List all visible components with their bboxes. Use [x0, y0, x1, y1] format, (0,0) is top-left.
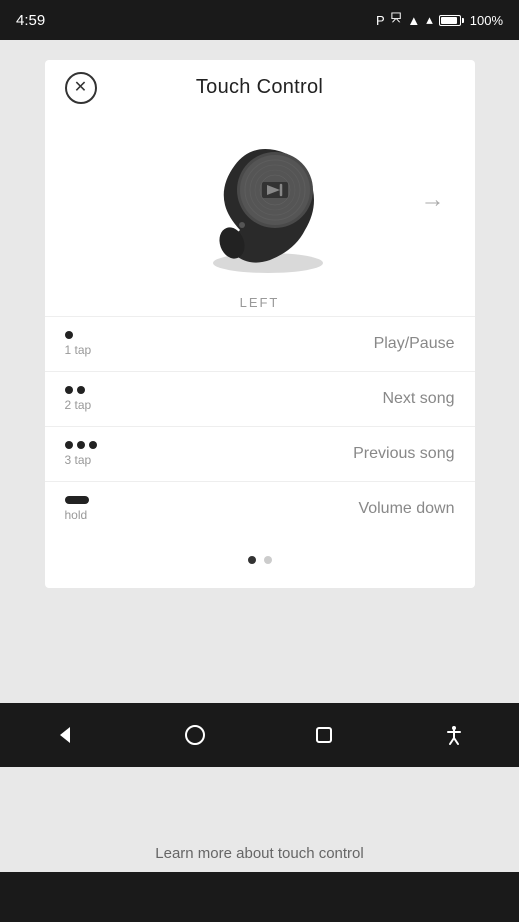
battery-icon	[439, 15, 464, 26]
control-row-2tap: 2 tap Next song	[45, 371, 475, 426]
control-row-1tap: 1 tap Play/Pause	[45, 316, 475, 371]
nav-accessibility-button[interactable]	[432, 713, 476, 757]
tap-label-hold: hold	[65, 508, 88, 522]
control-row-3tap: 3 tap Previous song	[45, 426, 475, 481]
page-dot-1	[248, 556, 256, 564]
tap-label-3: 3 tap	[65, 453, 92, 467]
control-left-3tap: 3 tap	[65, 441, 145, 467]
hold-dash	[65, 496, 89, 504]
action-play-pause: Play/Pause	[145, 335, 455, 353]
action-next-song: Next song	[145, 390, 455, 408]
tap-label-2: 2 tap	[65, 398, 92, 412]
dots-3	[65, 441, 97, 449]
nav-back-button[interactable]	[43, 713, 87, 757]
page-title: Touch Control	[196, 76, 323, 99]
control-row-hold: hold Volume down	[45, 481, 475, 536]
dot-3b	[77, 441, 85, 449]
pagination	[45, 536, 475, 588]
earphone-area: →	[45, 115, 475, 285]
dots-1	[65, 331, 73, 339]
nav-recents-button[interactable]	[302, 713, 346, 757]
nav-home-button[interactable]	[173, 713, 217, 757]
dot-1	[65, 331, 73, 339]
bluetooth-icon: ⯳	[391, 9, 402, 31]
dot-2b	[77, 386, 85, 394]
p-icon: P	[376, 13, 385, 28]
dot-3c	[89, 441, 97, 449]
wifi-icon: ▴	[426, 12, 433, 28]
home-area	[0, 872, 519, 922]
card-header: ✕ Touch Control	[45, 60, 475, 115]
control-left-hold: hold	[65, 496, 145, 522]
close-icon: ✕	[74, 80, 87, 96]
status-icons: P ⯳ ▲ ▴ 100%	[376, 9, 503, 31]
status-time: 4:59	[16, 12, 45, 29]
learn-more-text[interactable]: Learn more about touch control	[155, 845, 363, 862]
dot-3a	[65, 441, 73, 449]
action-volume-down: Volume down	[145, 500, 455, 518]
control-left-1tap: 1 tap	[65, 331, 145, 357]
control-left-2tap: 2 tap	[65, 386, 145, 412]
next-arrow-icon[interactable]: →	[421, 186, 445, 214]
dot-2a	[65, 386, 73, 394]
page-dot-2	[264, 556, 272, 564]
earphone-image	[180, 135, 340, 275]
action-previous-song: Previous song	[145, 445, 455, 463]
signal-icon: ▲	[407, 13, 420, 28]
controls-list: 1 tap Play/Pause 2 tap Next song	[45, 316, 475, 536]
nav-bar	[0, 703, 519, 767]
dots-2	[65, 386, 85, 394]
battery-percent: 100%	[470, 13, 503, 28]
side-label: LEFT	[45, 285, 475, 316]
tap-label-1: 1 tap	[65, 343, 92, 357]
close-button[interactable]: ✕	[65, 72, 97, 104]
touch-control-card: ✕ Touch Control →	[45, 60, 475, 588]
status-bar: 4:59 P ⯳ ▲ ▴ 100%	[0, 0, 519, 40]
